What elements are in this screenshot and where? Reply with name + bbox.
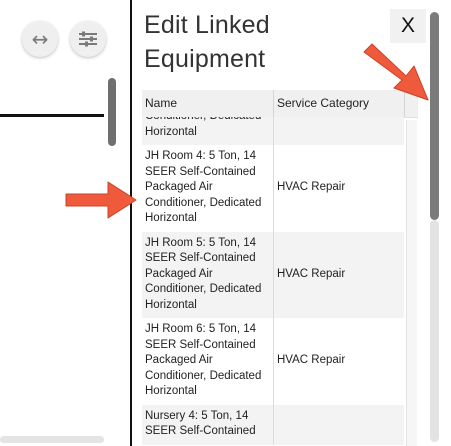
table-body: Conditioner, Dedicated Horizontal JH Roo… bbox=[142, 117, 404, 446]
equipment-table: Name Service Category Conditioner, Dedic… bbox=[142, 90, 418, 446]
table-row[interactable]: JH Room 5: 5 Ton, 14 SEER Self-Contained… bbox=[142, 231, 404, 318]
service-category bbox=[274, 117, 404, 145]
left-right-arrow-icon: ↔ bbox=[31, 27, 49, 51]
equipment-name: JH Room 5: 5 Ton, 14 SEER Self-Contained… bbox=[142, 231, 274, 318]
table-row[interactable]: Nursery 4: 5 Ton, 14 SEER Self-Contained bbox=[142, 404, 404, 445]
expand-button[interactable]: ↔ bbox=[22, 21, 58, 57]
screen: ↔ Edit Linked Equipment X Name Service C… bbox=[0, 0, 451, 446]
column-header-name[interactable]: Name bbox=[142, 90, 274, 117]
table-row[interactable]: JH Room 4: 5 Ton, 14 SEER Self-Contained… bbox=[142, 145, 404, 232]
equipment-name: Nursery 4: 5 Ton, 14 SEER Self-Contained bbox=[142, 404, 274, 445]
background-panel: ↔ bbox=[0, 0, 130, 446]
panel-divider-line bbox=[0, 114, 104, 117]
filter-button[interactable] bbox=[70, 21, 106, 57]
panel-scrollbar-thumb[interactable] bbox=[108, 78, 116, 146]
callout-arrow-down-right-icon bbox=[363, 43, 429, 101]
service-category: HVAC Repair bbox=[277, 267, 346, 280]
service-category: HVAC Repair bbox=[277, 181, 346, 193]
equipment-name: JH Room 6: 5 Ton, 14 SEER Self-Contained… bbox=[142, 318, 274, 405]
table-row[interactable]: JH Room 6: 5 Ton, 14 SEER Self-Contained… bbox=[142, 318, 404, 405]
callout-arrow-right-icon bbox=[65, 181, 137, 219]
service-category: HVAC Repair bbox=[277, 354, 346, 366]
close-button[interactable]: X bbox=[390, 9, 426, 43]
table-row[interactable]: Conditioner, Dedicated Horizontal bbox=[142, 117, 404, 145]
equipment-name: JH Room 4: 5 Ton, 14 SEER Self-Contained… bbox=[142, 145, 274, 232]
equipment-name: Conditioner, Dedicated Horizontal bbox=[142, 117, 274, 145]
modal-title: Edit Linked Equipment bbox=[144, 11, 270, 73]
table-scrollbar[interactable] bbox=[406, 120, 417, 446]
sliders-icon bbox=[79, 31, 97, 47]
modal-scrollbar-track[interactable] bbox=[430, 220, 439, 442]
service-category bbox=[274, 405, 404, 445]
panel-horizontal-scrollbar[interactable] bbox=[0, 436, 104, 443]
